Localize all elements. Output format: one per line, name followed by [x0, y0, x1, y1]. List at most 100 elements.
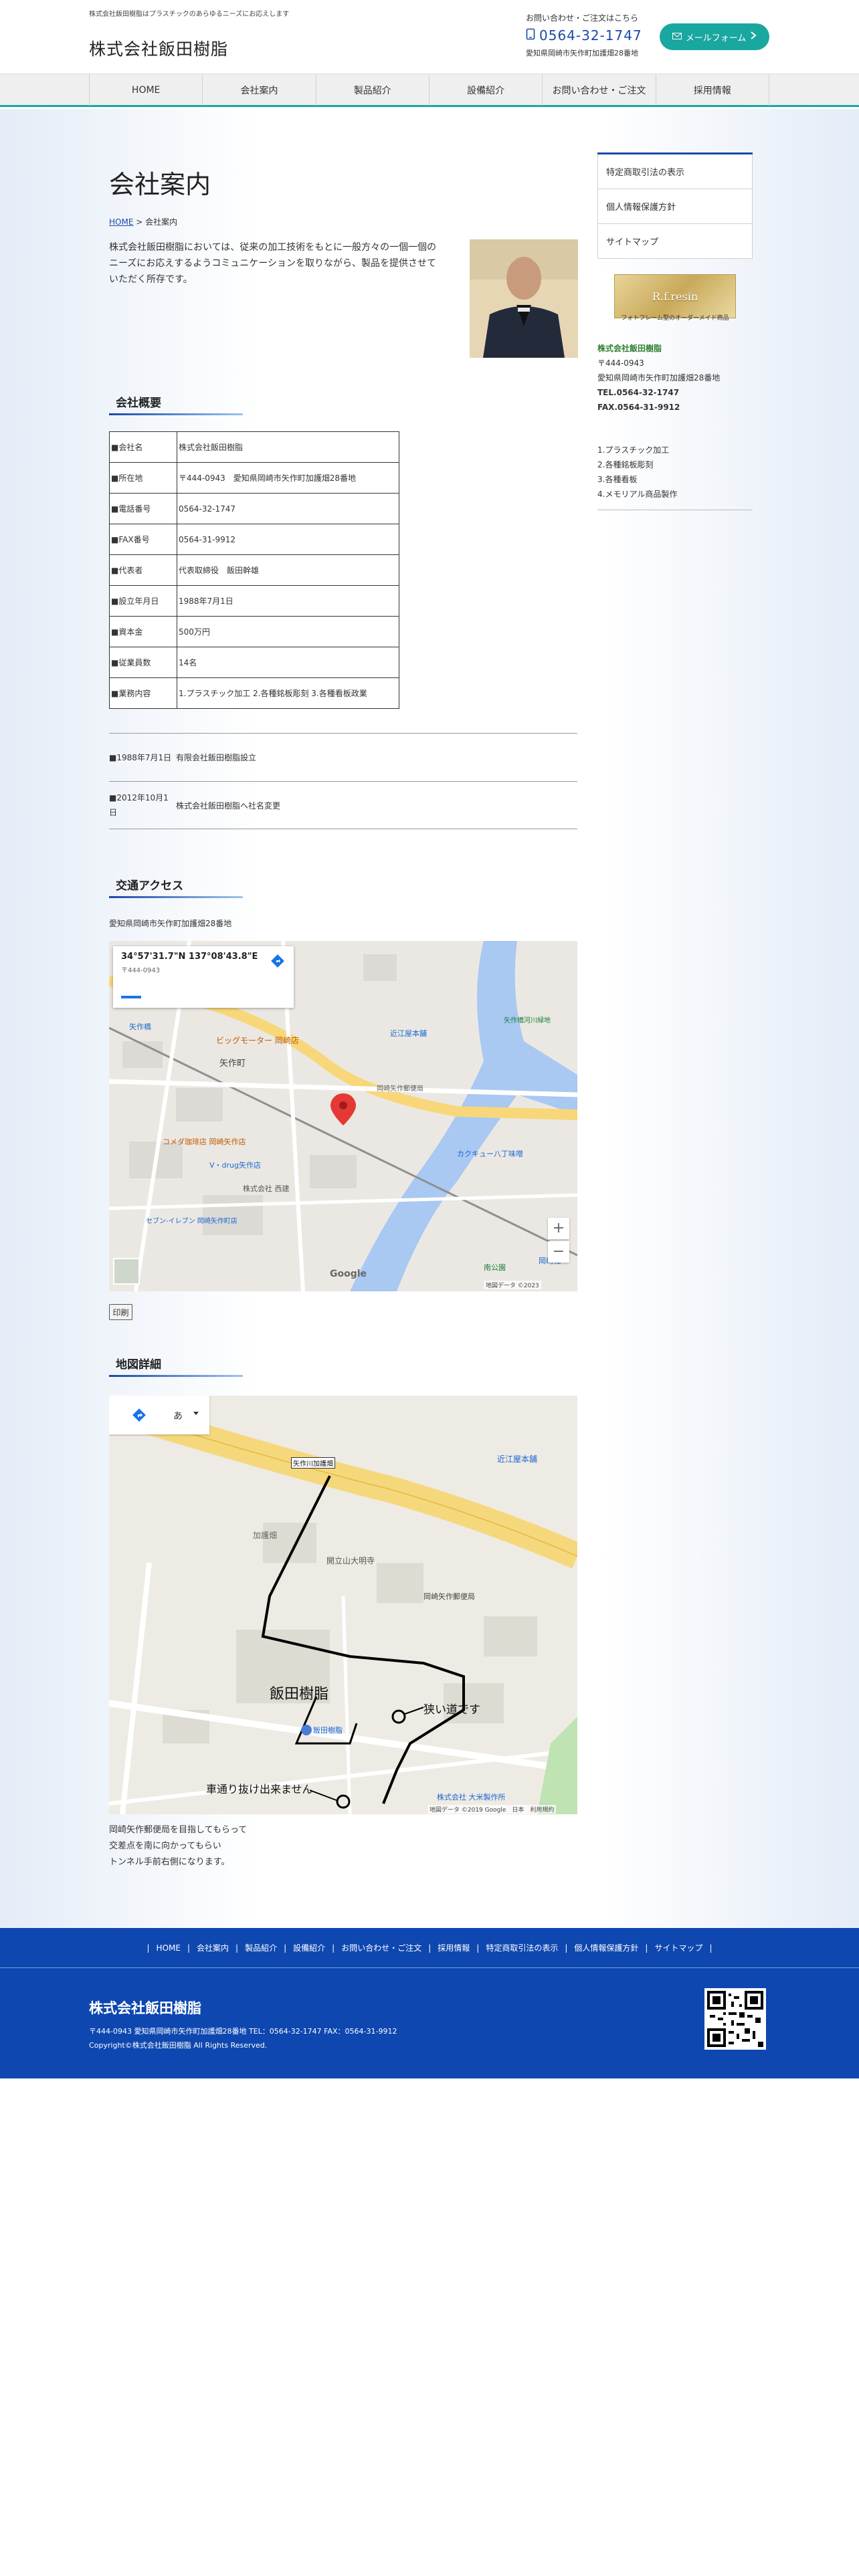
footer-sep: |: [235, 1943, 239, 1953]
outline-value: 14名: [177, 647, 399, 678]
caret-down-icon[interactable]: [193, 1412, 199, 1415]
footer-link-home[interactable]: HOME: [153, 1943, 184, 1953]
access-address: 愛知県岡崎市矢作町加護畑28番地: [109, 919, 232, 928]
footer-link-privacy[interactable]: 個人情報保護方針: [571, 1942, 642, 1953]
table-row: ■資本金 500万円: [109, 616, 399, 647]
footer-sep: |: [284, 1943, 287, 1953]
table-row: ■従業員数 14名: [109, 647, 399, 678]
table-row: ■電話番号 0564-32-1747: [109, 493, 399, 524]
directions-icon[interactable]: [271, 954, 284, 968]
history-row: ■1988年7月1日 有限会社飯田樹脂設立: [109, 733, 577, 781]
outline-value: 株式会社飯田樹脂: [177, 431, 399, 463]
footer-link-products[interactable]: 製品紹介: [242, 1942, 280, 1953]
site-title[interactable]: 株式会社飯田樹脂: [89, 36, 228, 60]
nav-item-products[interactable]: 製品紹介: [316, 74, 430, 106]
map-label: 南公園: [484, 1263, 506, 1272]
nav-item-recruit[interactable]: 採用情報: [656, 74, 769, 106]
outline-key: ■資本金: [109, 616, 177, 647]
header-address: 愛知県岡崎市矢作町加護畑28番地: [526, 49, 638, 58]
rf-resin-banner[interactable]: R.f.resin: [614, 274, 736, 318]
map-copyright: 地図データ ©2023: [484, 1281, 541, 1289]
map-label: 矢作町: [219, 1059, 246, 1069]
qr-code: [704, 1988, 766, 2050]
google-logo: Google: [330, 1269, 367, 1279]
outline-key: ■代表者: [109, 554, 177, 586]
google-map-embed[interactable]: 34°57'31.7"N 137°08'43.8"E 〒444-0943 矢作橋…: [109, 941, 577, 1291]
outline-key: ■会社名: [109, 431, 177, 463]
print-button[interactable]: 印刷: [109, 1304, 132, 1320]
map-label: コメダ珈琲店 岡崎矢作店: [163, 1138, 246, 1146]
outline-key: ■FAX番号: [109, 524, 177, 555]
banner-title: R.f.resin: [652, 290, 698, 303]
sidebar-item-tokusho[interactable]: 特定商取引法の表示: [597, 154, 753, 189]
outline-value: 1.プラスチック加工 2.各種銘板彫刻 3.各種看板政業: [177, 677, 399, 709]
outline-value: 〒444-0943 愛知県岡崎市矢作町加護畑28番地: [177, 462, 399, 494]
breadcrumb-home-link[interactable]: HOME: [109, 217, 133, 227]
nav-item-home[interactable]: HOME: [89, 74, 203, 106]
map-label: 車通り抜け出来ません: [206, 1783, 313, 1796]
map-layer-toggle[interactable]: [113, 1258, 140, 1285]
sidebar-address: 愛知県岡崎市矢作町加護畑28番地: [597, 373, 721, 383]
site-header: 株式会社飯田樹脂はプラスチックのあらゆるニーズにお応えします 株式会社飯田樹脂 …: [0, 0, 859, 74]
footer-link-sitemap[interactable]: サイトマップ: [651, 1942, 706, 1953]
map-label: 矢作川加護畑: [291, 1457, 335, 1469]
table-row: ■所在地 〒444-0943 愛知県岡崎市矢作町加護畑28番地: [109, 462, 399, 494]
intro-text: 株式会社飯田樹脂においては、従来の加工技術をもとに一般方々の一個一個のニーズにお…: [109, 242, 437, 285]
mail-form-button[interactable]: メールフォーム: [660, 23, 769, 50]
history-text: 株式会社飯田樹脂へ社名変更: [176, 800, 281, 811]
breadcrumb-current: 会社案内: [145, 217, 178, 227]
sidebar-item-privacy[interactable]: 個人情報保護方針: [597, 189, 753, 224]
footer-sep: |: [709, 1943, 712, 1953]
footer-sep: |: [332, 1943, 335, 1953]
list-item: 3.各種看板: [597, 475, 638, 484]
list-item: 1.プラスチック加工: [597, 445, 670, 455]
footer-link-company[interactable]: 会社案内: [193, 1942, 232, 1953]
directions-line: 岡崎矢作郵便局を目指してもらって: [109, 1825, 248, 1835]
nav-item-equipment[interactable]: 設備紹介: [430, 74, 543, 106]
map-label: カクキュー八丁味噌: [457, 1150, 523, 1158]
outline-key: ■電話番号: [109, 493, 177, 524]
envelope-icon: [672, 32, 682, 42]
map-label: セブン-イレブン 岡崎矢作町店: [146, 1218, 237, 1225]
detail-map[interactable]: あ 矢作川加護畑 飯田樹脂 狭い道です 車通り抜け出来ません 岡崎矢作郵便局 近…: [109, 1396, 577, 1814]
outline-value: 0564-32-1747: [177, 493, 399, 524]
history-text: 有限会社飯田樹脂設立: [176, 753, 257, 762]
sidebar-menu: 特定商取引法の表示 個人情報保護方針 サイトマップ: [597, 152, 753, 259]
outline-value: 0564-31-9912: [177, 524, 399, 555]
outline-heading: 会社概要: [109, 393, 243, 415]
directions-icon[interactable]: [132, 1408, 147, 1422]
breadcrumb-separator: >: [133, 217, 146, 227]
header-tel[interactable]: 0564-32-1747: [539, 27, 642, 43]
zoom-out-button[interactable]: −: [548, 1241, 569, 1263]
nav-item-contact[interactable]: お問い合わせ・ご注文: [543, 74, 656, 106]
footer-copyright: Copyright©株式会社飯田樹脂 All Rights Reserved.: [89, 2041, 268, 2050]
zoom-in-button[interactable]: +: [548, 1218, 569, 1239]
sidebar-zip: 〒444-0943: [597, 358, 644, 368]
footer-link-recruit[interactable]: 採用情報: [434, 1942, 473, 1953]
company-history: ■1988年7月1日 有限会社飯田樹脂設立 ■2012年10月1日 株式会社飯田…: [109, 733, 577, 829]
outline-value: 500万円: [177, 616, 399, 647]
outline-key: ■従業員数: [109, 647, 177, 678]
nav-item-company[interactable]: 会社案内: [203, 74, 316, 106]
history-row: ■2012年10月1日 株式会社飯田樹脂へ社名変更: [109, 781, 577, 829]
map-place: 〒444-0943: [121, 967, 161, 974]
sidebar-tel: TEL.0564-32-1747: [597, 388, 680, 397]
sidebar-company-info: 株式会社飯田樹脂 〒444-0943 愛知県岡崎市矢作町加護畑28番地 TEL.…: [597, 341, 720, 415]
map-label: 飯田樹脂: [270, 1686, 329, 1703]
table-row: ■FAX番号 0564-31-9912: [109, 524, 399, 555]
sidebar-item-sitemap[interactable]: サイトマップ: [597, 224, 753, 259]
footer-sep: |: [565, 1943, 568, 1953]
input-mode-label[interactable]: あ: [173, 1409, 183, 1422]
outline-key: ■所在地: [109, 462, 177, 494]
phone-icon: [526, 28, 535, 43]
footer-link-tokusho[interactable]: 特定商取引法の表示: [482, 1942, 561, 1953]
mail-button-label: メールフォーム: [685, 33, 747, 43]
map-label: 岡崎矢作郵便局: [377, 1085, 423, 1093]
tel-line: 0564-32-1747: [526, 27, 680, 43]
footer-link-equipment[interactable]: 設備紹介: [290, 1942, 328, 1953]
footer-link-contact[interactable]: お問い合わせ・ご注文: [338, 1942, 425, 1953]
directions-text: 岡崎矢作郵便局を目指してもらって 交差点を南に向かってもらい トンネル手前右側に…: [109, 1822, 247, 1870]
directions-line: 交差点を南に向かってもらい: [109, 1841, 221, 1851]
sidebar-business-list: 1.プラスチック加工 2.各種銘板彫刻 3.各種看板 4.メモリアル商品製作: [597, 443, 753, 510]
map-link[interactable]: [121, 996, 141, 998]
